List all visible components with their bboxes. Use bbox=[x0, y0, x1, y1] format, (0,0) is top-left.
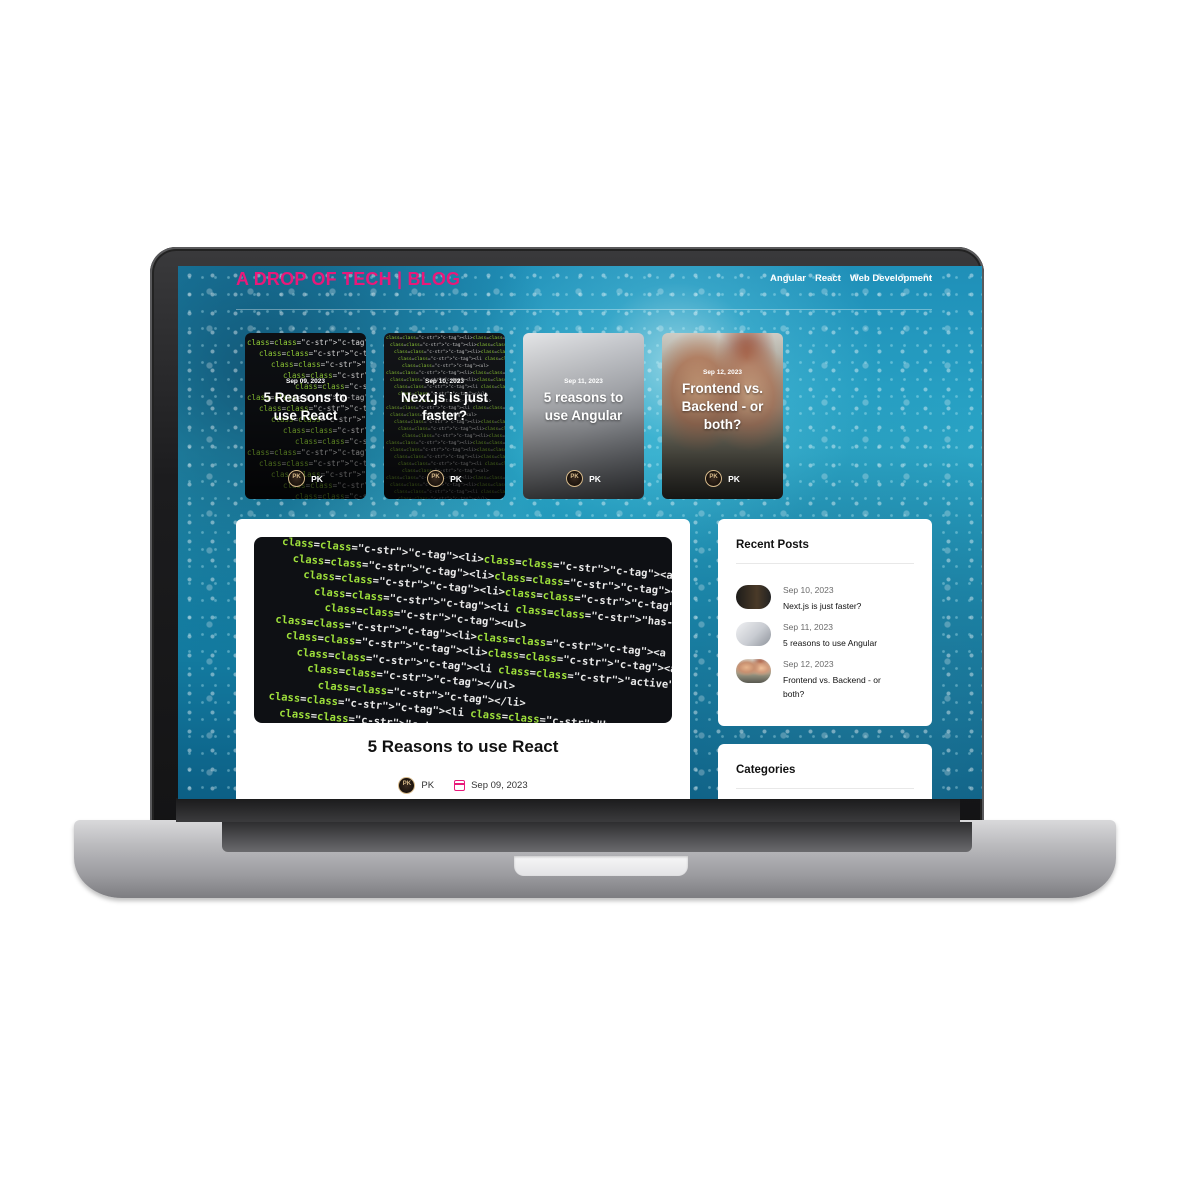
recent-post-date: Sep 11, 2023 bbox=[783, 622, 833, 632]
recent-post-date: Sep 12, 2023 bbox=[783, 659, 834, 669]
header-divider bbox=[236, 309, 932, 310]
main-post-meta: PK Sep 09, 2023 bbox=[236, 777, 690, 794]
laptop-opening-notch bbox=[514, 856, 688, 876]
laptop-hinge bbox=[176, 798, 960, 822]
nav-link-web-development[interactable]: Web Development bbox=[850, 273, 932, 284]
laptop-keyboard-well bbox=[222, 822, 972, 852]
main-post-image[interactable]: class=class="c-str">"c-tag"><li>class=cl… bbox=[254, 537, 672, 723]
recent-post-item[interactable]: Sep 11, 2023 5 reasons to use Angular bbox=[736, 622, 903, 650]
main-image-code: class=class="c-str">"c-tag"><li>class=cl… bbox=[254, 537, 672, 723]
calendar-icon bbox=[454, 780, 466, 791]
recent-post-thumb bbox=[736, 585, 771, 609]
author-avatar bbox=[288, 470, 306, 487]
card-title[interactable]: Next.js is just faster? bbox=[392, 389, 497, 425]
author-avatar bbox=[705, 470, 723, 487]
recent-post-title[interactable]: 5 reasons to use Angular bbox=[783, 636, 903, 650]
recent-post-title[interactable]: Frontend vs. Backend - or both? bbox=[783, 673, 903, 701]
laptop-screen: A DROP OF TECH | BLOG Angular React Web … bbox=[178, 266, 982, 799]
card-author: PK bbox=[728, 473, 740, 484]
site-title[interactable]: A DROP OF TECH | BLOG bbox=[236, 269, 460, 290]
recent-post-date: Sep 10, 2023 bbox=[783, 585, 834, 595]
recent-post-thumb bbox=[736, 622, 771, 646]
main-post-author: PK bbox=[421, 780, 435, 791]
recent-posts-widget: Recent Posts Sep 10, 2023 Next.js is jus… bbox=[718, 519, 932, 726]
card-title[interactable]: Frontend vs. Backend - or both? bbox=[670, 380, 775, 434]
card-date: Sep 09, 2023 bbox=[285, 377, 326, 385]
card-date: Sep 11, 2023 bbox=[564, 377, 603, 385]
widget-divider bbox=[736, 788, 914, 789]
card-author: PK bbox=[311, 473, 323, 484]
author-avatar bbox=[427, 470, 445, 487]
nav-link-react[interactable]: React bbox=[815, 273, 841, 284]
recent-post-thumb bbox=[736, 659, 771, 683]
widget-title: Categories bbox=[736, 764, 796, 776]
featured-card[interactable]: Sep 12, 2023 Frontend vs. Backend - or b… bbox=[662, 333, 783, 499]
widget-divider bbox=[736, 563, 914, 564]
card-title[interactable]: 5 reasons to use Angular bbox=[531, 389, 636, 425]
nav-link-angular[interactable]: Angular bbox=[770, 273, 806, 284]
card-title[interactable]: 5 Reasons to use React bbox=[253, 389, 358, 425]
featured-card[interactable]: class=class="c-str">"c-tag"><li>class=cl… bbox=[245, 333, 366, 499]
card-author: PK bbox=[589, 473, 601, 484]
code-snippet: class=class="c-str">"c-tag"><li>class=cl… bbox=[263, 537, 672, 723]
widget-title: Recent Posts bbox=[736, 539, 809, 551]
card-author: PK bbox=[450, 473, 462, 484]
main-post-title[interactable]: 5 Reasons to use React bbox=[236, 737, 690, 757]
featured-card[interactable]: Sep 11, 2023 5 reasons to use Angular PK bbox=[523, 333, 644, 499]
recent-post-title[interactable]: Next.js is just faster? bbox=[783, 599, 903, 613]
featured-card[interactable]: class=class="c-str">"c-tag"><li>class=cl… bbox=[384, 333, 505, 499]
main-nav: Angular React Web Development bbox=[770, 273, 932, 284]
recent-post-item[interactable]: Sep 10, 2023 Next.js is just faster? bbox=[736, 585, 903, 613]
author-avatar bbox=[566, 470, 584, 487]
recent-post-item[interactable]: Sep 12, 2023 Frontend vs. Backend - or b… bbox=[736, 659, 903, 701]
categories-widget: Categories bbox=[718, 744, 932, 799]
card-date: Sep 12, 2023 bbox=[702, 368, 743, 376]
main-post: class=class="c-str">"c-tag"><li>class=cl… bbox=[236, 519, 690, 799]
main-post-date: Sep 09, 2023 bbox=[471, 780, 528, 791]
card-date: Sep 10, 2023 bbox=[424, 377, 465, 385]
author-avatar bbox=[398, 777, 416, 794]
